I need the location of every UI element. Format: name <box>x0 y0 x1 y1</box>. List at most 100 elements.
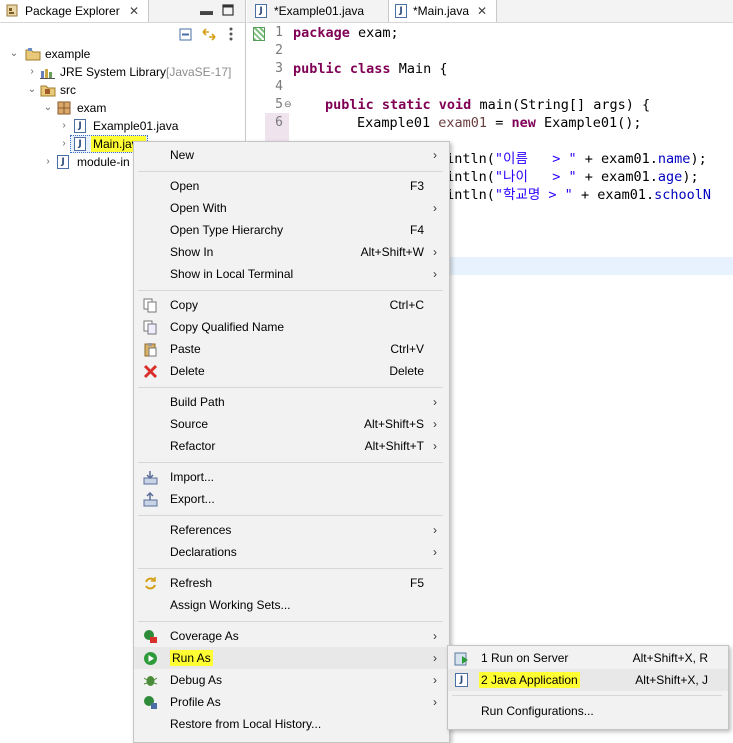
menu-item-references[interactable]: References › <box>134 519 449 541</box>
code-line-6[interactable]: Example01 exam01 = new Example01(); <box>357 114 642 132</box>
minimize-icon[interactable]: ▬ <box>200 1 213 21</box>
menu-item-open-with[interactable]: Open With › <box>134 197 449 219</box>
menu-item-declarations[interactable]: Declarations › <box>134 541 449 563</box>
menu-separator <box>138 171 443 172</box>
tree-label-src: src <box>60 83 76 97</box>
menu-label: Assign Working Sets... <box>170 598 291 612</box>
code-line-3[interactable]: public class Main { <box>293 60 447 78</box>
code-line-8[interactable]: rintln("나이 > " + exam01.age); <box>438 168 699 186</box>
chevron-right-icon: › <box>433 629 437 643</box>
tab-main[interactable]: J *Main.java ✕ <box>388 0 497 22</box>
chevron-down-icon[interactable]: ⌄ <box>43 99 53 117</box>
java-file-icon: J <box>57 155 69 169</box>
menu-item-build-path[interactable]: Build Path › <box>134 391 449 413</box>
submenu-item-run-on-server[interactable]: 1 Run on Server Alt+Shift+X, R <box>448 647 728 669</box>
menu-label: Copy Qualified Name <box>170 320 285 334</box>
view-menu-icon[interactable] <box>228 27 234 41</box>
menu-label: New <box>170 148 195 162</box>
tab-example01[interactable]: J *Example01.java <box>247 0 387 22</box>
close-icon[interactable]: ✕ <box>477 0 487 22</box>
editor-tabbar: J *Example01.java J *Main.java ✕ <box>247 0 733 23</box>
menu-item-profile-as[interactable]: Profile As › <box>134 691 449 713</box>
menu-item-source[interactable]: Source Alt+Shift+S › <box>134 413 449 435</box>
import-icon <box>143 470 158 485</box>
menu-item-refresh[interactable]: Refresh F5 <box>134 572 449 594</box>
menu-item-open[interactable]: Open F3 <box>134 175 449 197</box>
menu-item-restore-local-history[interactable]: Restore from Local History... <box>134 713 449 735</box>
menu-accelerator: Alt+Shift+T <box>364 439 424 453</box>
code-line-9[interactable]: rintln("학교명 > " + exam01.schoolN <box>438 186 711 204</box>
menu-item-debug-as[interactable]: Debug As › <box>134 669 449 691</box>
chevron-down-icon[interactable]: ⌄ <box>27 81 37 99</box>
close-icon[interactable]: ✕ <box>129 0 139 22</box>
tree-item-src[interactable]: ⌄ src <box>0 81 245 99</box>
chevron-right-icon: › <box>433 245 437 259</box>
menu-label: Open <box>170 179 200 193</box>
copy-icon <box>143 298 158 313</box>
link-with-editor-icon[interactable] <box>201 27 217 42</box>
debug-icon <box>143 673 158 688</box>
tree-item-example01[interactable]: › J Example01.java <box>0 117 245 135</box>
menu-item-show-in-local-terminal[interactable]: Show in Local Terminal › <box>134 263 449 285</box>
menu-item-copy[interactable]: Copy Ctrl+C <box>134 294 449 316</box>
menu-accelerator: Ctrl+C <box>389 298 424 312</box>
code-line-5[interactable]: public static void main(String[] args) { <box>325 96 650 114</box>
menu-accelerator: F4 <box>409 223 424 237</box>
paste-icon <box>143 342 158 357</box>
tree-item-project[interactable]: ⌄ example <box>0 45 245 63</box>
menu-item-copy-qualified-name[interactable]: Copy Qualified Name <box>134 316 449 338</box>
chevron-right-icon: › <box>433 673 437 687</box>
line-number: 6 <box>275 115 283 130</box>
menu-item-run-as[interactable]: Run As › <box>134 647 449 669</box>
menu-item-new[interactable]: New › <box>134 144 449 166</box>
code-keyword: public <box>293 61 342 77</box>
code-text: = <box>487 115 512 131</box>
chevron-right-icon[interactable]: › <box>59 135 69 153</box>
chevron-right-icon: › <box>433 695 437 709</box>
menu-label: Open With <box>170 201 227 215</box>
menu-item-assign-working-sets[interactable]: Assign Working Sets... <box>134 594 449 616</box>
tab-package-explorer[interactable]: Package Explorer ✕ <box>0 0 149 22</box>
java-file-icon: J <box>255 4 267 18</box>
fold-icon[interactable]: ⊖ <box>284 99 292 110</box>
menu-item-open-type-hierarchy[interactable]: Open Type Hierarchy F4 <box>134 219 449 241</box>
package-icon <box>57 101 71 115</box>
menu-item-show-in[interactable]: Show In Alt+Shift+W › <box>134 241 449 263</box>
tree-item-package[interactable]: ⌄ exam <box>0 99 245 117</box>
menu-accelerator: Delete <box>389 364 424 378</box>
submenu-item-run-configurations[interactable]: Run Configurations... <box>448 700 728 722</box>
code-field: name <box>657 151 691 167</box>
menu-accelerator: Alt+Shift+S <box>363 417 424 431</box>
menu-label: Build Path <box>170 395 225 409</box>
code-keyword: new <box>511 115 536 131</box>
chevron-down-icon[interactable]: ⌄ <box>9 45 19 63</box>
menu-item-import[interactable]: Import... <box>134 466 449 488</box>
chevron-right-icon[interactable]: › <box>59 117 69 135</box>
code-line-7[interactable]: rintln("이름 > " + exam01.name); <box>438 150 707 168</box>
chevron-right-icon[interactable]: › <box>43 153 53 171</box>
code-text: + exam01. <box>572 187 655 203</box>
context-menu: New › Open F3 Open With › Open Type Hierarc… <box>133 141 450 743</box>
chevron-right-icon: › <box>433 417 437 431</box>
menu-accelerator: Alt+Shift+W <box>360 245 424 259</box>
submenu-item-java-application[interactable]: J 2 Java Application Alt+Shift+X, J <box>448 669 728 691</box>
submenu-label: 1 Run on Server <box>481 651 569 665</box>
menu-item-delete[interactable]: Delete Delete <box>134 360 449 382</box>
maximize-icon[interactable] <box>222 4 234 16</box>
menu-item-paste[interactable]: Paste Ctrl+V <box>134 338 449 360</box>
code-line-1[interactable]: package exam; <box>293 24 399 42</box>
collapse-all-icon[interactable] <box>179 28 192 41</box>
chevron-right-icon: › <box>433 148 437 162</box>
package-explorer-title: Package Explorer <box>25 4 120 18</box>
menu-item-export[interactable]: Export... <box>134 488 449 510</box>
chevron-right-icon: › <box>433 395 437 409</box>
java-file-icon: J <box>74 119 86 133</box>
menu-item-coverage-as[interactable]: Coverage As › <box>134 625 449 647</box>
submenu-separator <box>452 695 722 696</box>
menu-item-refactor[interactable]: Refactor Alt+Shift+T › <box>134 435 449 457</box>
menu-accelerator: F5 <box>409 576 424 590</box>
code-keyword: package <box>293 25 350 41</box>
tree-item-jre[interactable]: › JRE System Library [JavaSE-17] <box>0 63 245 81</box>
chevron-right-icon[interactable]: › <box>27 63 37 81</box>
menu-label: Copy <box>170 298 199 312</box>
